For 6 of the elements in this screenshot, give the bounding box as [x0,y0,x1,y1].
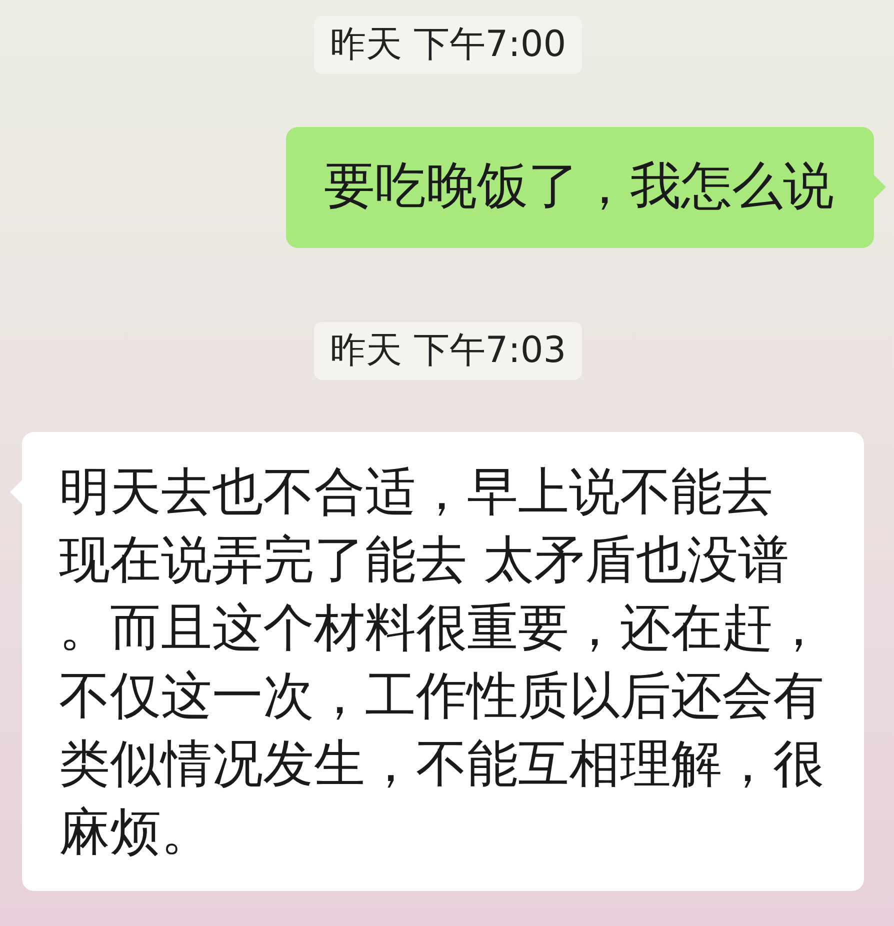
message-timestamp: 昨天 下午7:03 [314,322,582,380]
sent-message-bubble: 要吃晚饭了，我怎么说 [286,127,874,248]
message-text: 现在说弄完了能去 太矛盾也没谱。而且这个材料很重要，还在赶，不仅这一次，工作性质以后还会有类似情况发生，不能互相理解，很麻烦。 [59,530,825,864]
bubble-tail-icon [874,175,886,199]
message-text: 明天去也不合适，早上说不能去 [59,462,774,524]
message-timestamp: 昨天 下午7:00 [314,16,582,74]
